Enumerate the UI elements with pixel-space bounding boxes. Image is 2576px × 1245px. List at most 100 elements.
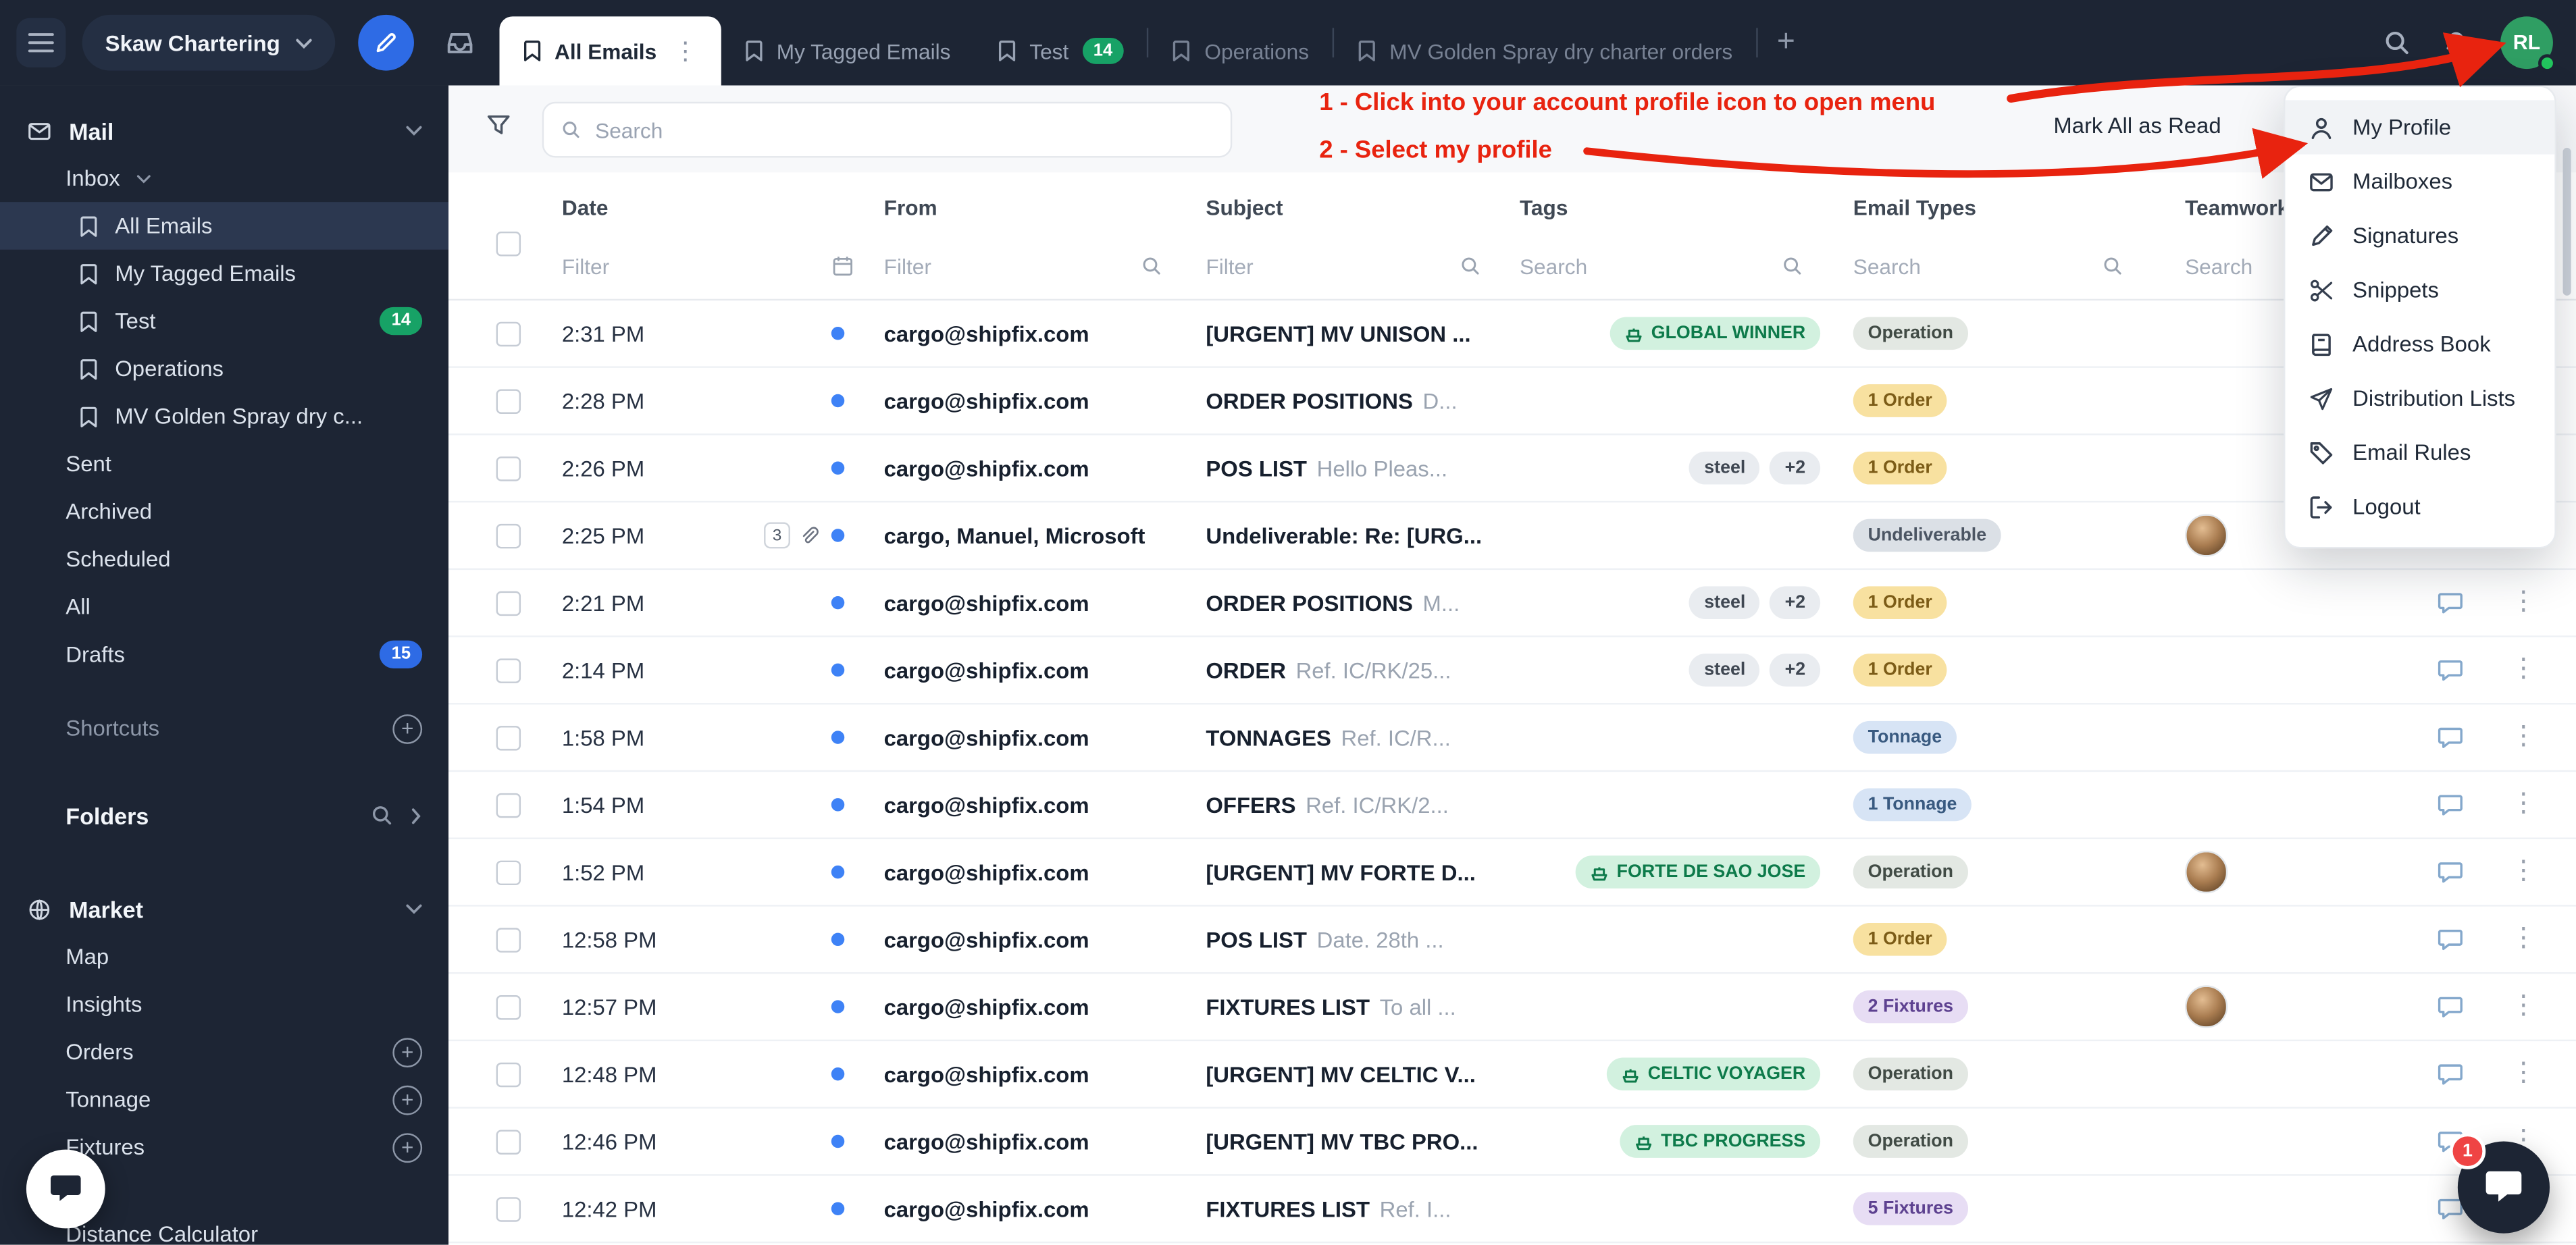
row-checkbox[interactable] bbox=[496, 321, 521, 346]
row-checkbox[interactable] bbox=[496, 927, 521, 951]
tag-chip[interactable]: +2 bbox=[1770, 452, 1820, 485]
tab-menu-icon[interactable]: ⋮ bbox=[673, 36, 697, 66]
row-menu-icon[interactable]: ⋮ bbox=[2510, 859, 2537, 885]
select-all-checkbox[interactable] bbox=[496, 232, 521, 256]
tag-chip[interactable]: TBC PROGRESS bbox=[1620, 1125, 1820, 1158]
tab-operations[interactable]: Operations bbox=[1149, 16, 1332, 85]
sidebar-item-inbox[interactable]: Inbox bbox=[0, 155, 448, 203]
menu-item-email-rules[interactable]: Email Rules bbox=[2285, 425, 2554, 479]
sidebar-item-drafts[interactable]: Drafts 15 bbox=[0, 631, 448, 679]
sidebar-item-insights[interactable]: Insights bbox=[0, 980, 448, 1028]
sidebar-item-all[interactable]: All bbox=[0, 583, 448, 631]
row-checkbox[interactable] bbox=[496, 1062, 521, 1086]
menu-item-my-profile[interactable]: My Profile bbox=[2285, 100, 2554, 154]
from-filter-input[interactable]: Filter bbox=[884, 244, 1164, 287]
tag-chip[interactable]: GLOBAL WINNER bbox=[1610, 317, 1820, 350]
email-row[interactable]: 12:46 PM cargo@shipfix.com [URGENT] MV T… bbox=[448, 1109, 2576, 1176]
bell-icon[interactable] bbox=[2442, 28, 2471, 57]
email-types-filter-input[interactable]: Search bbox=[1853, 244, 2124, 287]
tab-all-emails[interactable]: All Emails ⋮ bbox=[498, 16, 721, 85]
row-menu-icon[interactable]: ⋮ bbox=[2510, 1061, 2537, 1087]
sidebar-item-tonnage[interactable]: Tonnage + bbox=[0, 1076, 448, 1123]
sidebar-item-operations[interactable]: Operations bbox=[0, 345, 448, 393]
email-row[interactable]: 2:31 PM cargo@shipfix.com [URGENT] MV UN… bbox=[448, 300, 2576, 368]
teamwork-avatar[interactable] bbox=[2185, 514, 2227, 556]
row-checkbox[interactable] bbox=[496, 590, 521, 614]
email-type-chip[interactable]: 2 Fixtures bbox=[1853, 990, 1968, 1024]
row-checkbox[interactable] bbox=[496, 456, 521, 480]
email-row[interactable]: 2:25 PM 3 cargo, Manuel, Microsoft Undel… bbox=[448, 502, 2576, 570]
mark-all-as-read-button[interactable]: Mark All as Read bbox=[2053, 113, 2221, 138]
menu-item-distribution-lists[interactable]: Distribution Lists bbox=[2285, 371, 2554, 425]
menu-item-mailboxes[interactable]: Mailboxes bbox=[2285, 155, 2554, 209]
row-menu-icon[interactable]: ⋮ bbox=[2510, 926, 2537, 953]
row-checkbox[interactable] bbox=[496, 523, 521, 548]
email-row[interactable]: 12:42 PM cargo@shipfix.com FIXTURES LIST… bbox=[448, 1176, 2576, 1244]
compose-button[interactable] bbox=[357, 15, 413, 71]
comment-icon[interactable] bbox=[2436, 1061, 2464, 1087]
tag-chip[interactable]: +2 bbox=[1770, 586, 1820, 619]
add-tab-button[interactable]: + bbox=[1757, 24, 1815, 61]
tag-chip[interactable]: steel bbox=[1689, 586, 1760, 619]
sidebar-item-mv-golden-spray[interactable]: MV Golden Spray dry c... bbox=[0, 392, 448, 440]
add-tonnage-button[interactable]: + bbox=[392, 1085, 422, 1115]
column-header-from[interactable]: From bbox=[884, 195, 937, 219]
comment-icon[interactable] bbox=[2436, 657, 2464, 683]
email-row[interactable]: 2:28 PM cargo@shipfix.com ORDER POSITION… bbox=[448, 368, 2576, 435]
email-type-chip[interactable]: 1 Order bbox=[1853, 923, 1947, 956]
add-order-button[interactable]: + bbox=[392, 1037, 422, 1067]
menu-item-address-book[interactable]: Address Book bbox=[2285, 317, 2554, 371]
add-fixture-button[interactable]: + bbox=[392, 1132, 422, 1162]
sidebar-item-shortcuts[interactable]: Shortcuts + bbox=[0, 704, 448, 752]
comment-icon[interactable] bbox=[2436, 994, 2464, 1020]
sidebar-section-market[interactable]: Market bbox=[0, 885, 448, 933]
comment-icon[interactable] bbox=[2436, 926, 2464, 953]
sidebar-item-archived[interactable]: Archived bbox=[0, 487, 448, 535]
row-checkbox[interactable] bbox=[496, 725, 521, 749]
row-menu-icon[interactable]: ⋮ bbox=[2510, 657, 2537, 683]
row-checkbox[interactable] bbox=[496, 859, 521, 884]
sidebar-item-test[interactable]: Test 14 bbox=[0, 297, 448, 345]
column-header-email-types[interactable]: Email Types bbox=[1853, 195, 1976, 219]
column-header-tags[interactable]: Tags bbox=[1520, 195, 1568, 219]
row-menu-icon[interactable]: ⋮ bbox=[2510, 589, 2537, 616]
email-type-chip[interactable]: Operation bbox=[1853, 1125, 1968, 1158]
search-box[interactable] bbox=[542, 102, 1233, 158]
account-profile-avatar[interactable]: RL bbox=[2500, 16, 2553, 69]
email-type-chip[interactable]: Operation bbox=[1853, 1057, 1968, 1090]
search-icon[interactable] bbox=[369, 803, 394, 827]
column-header-teamwork[interactable]: Teamwork bbox=[2185, 195, 2289, 219]
email-type-chip[interactable]: 1 Tonnage bbox=[1853, 789, 1972, 822]
sidebar-item-all-emails[interactable]: All Emails bbox=[0, 202, 448, 250]
tag-chip[interactable]: steel bbox=[1689, 654, 1760, 687]
email-row[interactable]: 2:14 PM cargo@shipfix.com ORDERRef. IC/R… bbox=[448, 637, 2576, 705]
email-row[interactable]: 2:21 PM cargo@shipfix.com ORDER POSITION… bbox=[448, 570, 2576, 637]
tag-chip[interactable]: steel bbox=[1689, 452, 1760, 485]
email-row[interactable]: 12:58 PM cargo@shipfix.com POS LISTDate.… bbox=[448, 907, 2576, 974]
menu-item-logout[interactable]: Logout bbox=[2285, 479, 2554, 533]
tab-test[interactable]: Test 14 bbox=[974, 16, 1148, 85]
column-header-date[interactable]: Date bbox=[562, 195, 609, 219]
email-type-chip[interactable]: Operation bbox=[1853, 855, 1968, 889]
tag-chip[interactable]: +2 bbox=[1770, 654, 1820, 687]
sidebar-item-folders[interactable]: Folders bbox=[0, 791, 448, 839]
sidebar-item-scheduled[interactable]: Scheduled bbox=[0, 535, 448, 583]
row-checkbox[interactable] bbox=[496, 658, 521, 682]
workspace-switcher[interactable]: Skaw Chartering bbox=[82, 15, 334, 71]
tag-chip[interactable]: FORTE DE SAO JOSE bbox=[1576, 855, 1820, 889]
subject-filter-input[interactable]: Filter bbox=[1206, 244, 1482, 287]
sidebar-item-map[interactable]: Map bbox=[0, 933, 448, 981]
email-type-chip[interactable]: 1 Order bbox=[1853, 654, 1947, 687]
search-input[interactable] bbox=[595, 117, 1214, 142]
date-filter-input[interactable]: Filter bbox=[562, 244, 854, 287]
column-header-subject[interactable]: Subject bbox=[1206, 195, 1283, 219]
filter-button[interactable] bbox=[485, 111, 513, 138]
search-icon[interactable] bbox=[2382, 28, 2412, 57]
comment-icon[interactable] bbox=[2436, 589, 2464, 616]
row-menu-icon[interactable]: ⋮ bbox=[2510, 724, 2537, 751]
menu-item-snippets[interactable]: Snippets bbox=[2285, 263, 2554, 317]
email-row[interactable]: 1:54 PM cargo@shipfix.com OFFERSRef. IC/… bbox=[448, 772, 2576, 839]
sidebar-item-sent[interactable]: Sent bbox=[0, 440, 448, 488]
email-row[interactable]: 12:48 PM cargo@shipfix.com [URGENT] MV C… bbox=[448, 1041, 2576, 1109]
tab-my-tagged-emails[interactable]: My Tagged Emails bbox=[721, 16, 974, 85]
